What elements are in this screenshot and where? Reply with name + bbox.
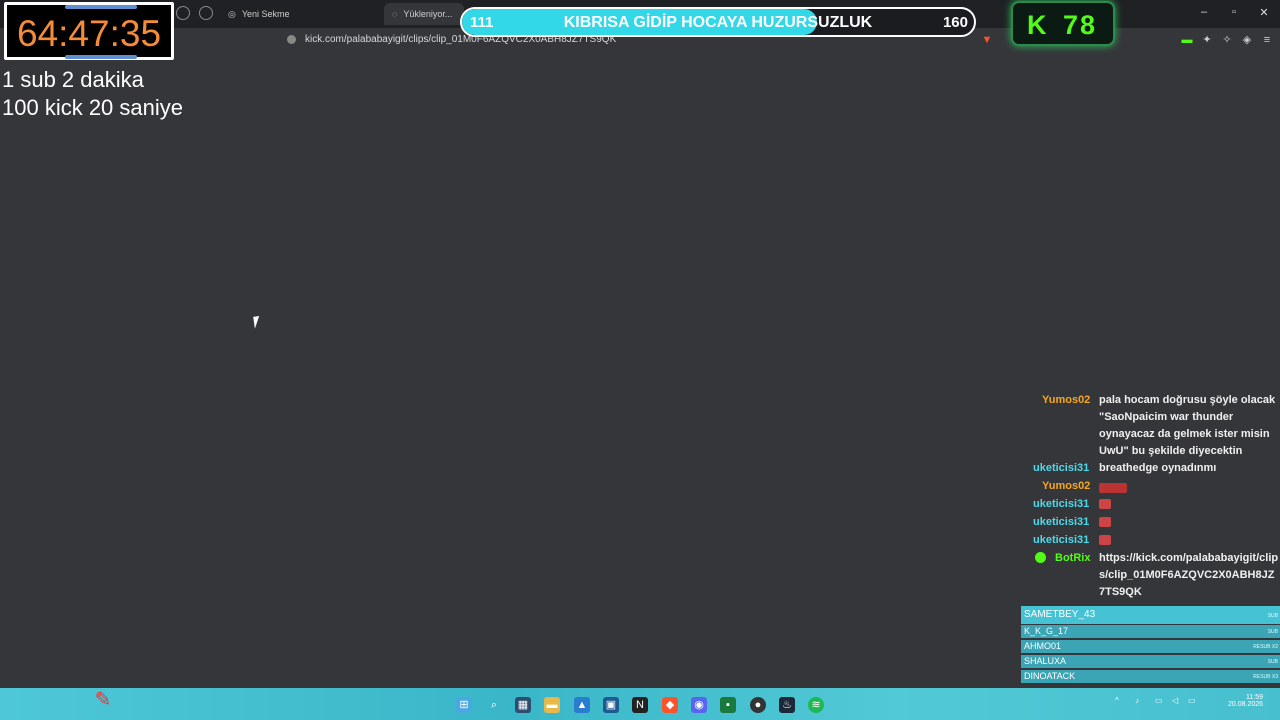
globe-icon: ◎ [228, 8, 236, 19]
sub-row: SAMETBEY_43 SUB [1021, 606, 1280, 624]
app-icon[interactable]: ▪ [720, 697, 736, 713]
emote-icon [1099, 517, 1111, 528]
tab-loading[interactable]: ◌ Yükleniyor... [384, 3, 464, 25]
sub-feed: SAMETBEY_43 SUB K_K_G_17 SUB AHMO01 RESU… [1021, 606, 1280, 684]
timer-decoration [65, 55, 137, 59]
chat-username: uketicisi31 [1033, 534, 1090, 546]
brave-shield-icon[interactable]: ▼ [980, 33, 994, 47]
sparkle-icon[interactable]: ✧ [1220, 33, 1234, 47]
clock[interactable]: 11:59 20.08.2026 [1228, 694, 1263, 708]
goal-title: KIBRISA GİDİP HOCAYA HUZURSUZLUK [563, 14, 873, 31]
minimize-icon[interactable]: – [1194, 6, 1214, 18]
chat-username: uketicisi31 [1033, 462, 1090, 474]
clock-date: 20.08.2026 [1228, 701, 1264, 708]
emote-icon [1099, 535, 1111, 546]
chat-username: Yumos02 [1042, 480, 1091, 492]
maximize-icon[interactable]: ▫ [1224, 6, 1244, 18]
chat-text: pala hocam doğrusu şöyle olacak "SaoNpai… [1099, 394, 1276, 457]
site-info-icon[interactable] [287, 35, 296, 44]
emote-icon [1099, 499, 1111, 510]
chat-text [1099, 514, 1280, 531]
sub-name: SHALUXA [1024, 656, 1067, 666]
rule-line: 1 sub 2 dakika [2, 67, 144, 92]
battery-icon[interactable]: ▭ [1188, 696, 1196, 705]
widgets-icon[interactable]: ▦ [515, 697, 531, 713]
tab-label: Yeni Sekme [241, 9, 290, 19]
chat-text: https://kick.com/palababayigit/clips/cli… [1099, 552, 1279, 598]
discord-icon[interactable]: ◉ [691, 697, 707, 713]
pen-logo-icon: ✎ [94, 689, 112, 711]
sub-tag: SUB [1267, 629, 1278, 635]
kick-counter: K 78 [1011, 1, 1115, 46]
subathon-rules: 1 sub 2 dakika 100 kick 20 saniye [2, 66, 183, 122]
subathon-timer: 64:47:35 [4, 2, 174, 60]
sub-tag: SUB [1267, 659, 1278, 665]
sub-tag: RESUB X3 [1253, 674, 1278, 680]
sub-row: K_K_G_17 SUB [1021, 625, 1280, 638]
vpn-shield-icon[interactable]: ◈ [1240, 33, 1254, 47]
search-icon[interactable]: ⌕ [486, 697, 502, 713]
puzzle-icon[interactable]: ✦ [1200, 33, 1214, 47]
chat-overlay: Yumos02 pala hocam doğrusu şöyle olacak … [1030, 392, 1280, 602]
store-icon[interactable]: ▲ [574, 697, 590, 713]
close-icon[interactable]: ✕ [1254, 6, 1274, 19]
emote-icon [1099, 483, 1127, 494]
extension-icon[interactable]: ▬ [1180, 33, 1194, 47]
timer-decoration [65, 5, 137, 9]
mic-icon[interactable]: ♪ [1135, 696, 1139, 705]
sub-tag: RESUB X2 [1253, 644, 1278, 650]
network-icon[interactable]: ▭ [1155, 696, 1163, 705]
menu-icon[interactable]: ≡ [1260, 33, 1274, 47]
sub-name: K_K_G_17 [1024, 626, 1069, 636]
verified-bot-icon [1035, 552, 1046, 563]
notion-icon[interactable]: N [632, 697, 648, 713]
sub-name: SAMETBEY_43 [1024, 609, 1096, 620]
sub-row: DINOATACK RESUB X3 [1021, 670, 1280, 683]
clock-time: 11:59 [1246, 694, 1264, 701]
volume-icon[interactable]: ◁ [1172, 696, 1178, 705]
spotify-icon[interactable]: ≋ [808, 697, 824, 713]
sub-name: AHMO01 [1024, 641, 1062, 651]
mouse-cursor [253, 315, 267, 329]
chat-username: BotRix [1055, 552, 1091, 564]
chat-text [1099, 496, 1280, 513]
sub-name: DINOATACK [1024, 671, 1076, 681]
chat-text [1099, 532, 1280, 549]
sub-row: AHMO01 RESUB X2 [1021, 640, 1280, 653]
goal-bar: 111 KIBRISA GİDİP HOCAYA HUZURSUZLUK 160 [460, 7, 976, 37]
chat-text [1099, 480, 1280, 497]
timer-value: 64:47:35 [17, 13, 162, 54]
tab-new-tab[interactable]: ◎ Yeni Sekme [220, 3, 370, 25]
sub-row: SHALUXA SUB [1021, 655, 1280, 668]
obs-icon[interactable]: ● [750, 697, 766, 713]
tab-label: Yükleniyor... [403, 9, 453, 19]
chat-username: uketicisi31 [1033, 498, 1090, 510]
steam-icon[interactable]: ♨ [779, 697, 795, 713]
chat-text: breathedge oynadınmı [1099, 462, 1217, 474]
tab-audio-icon[interactable] [176, 6, 190, 20]
brave-icon[interactable]: ◆ [662, 697, 678, 713]
chat-username: uketicisi31 [1033, 516, 1090, 528]
snipping-icon[interactable]: ▣ [603, 697, 619, 713]
loading-spinner-icon: ◌ [392, 9, 398, 19]
chat-username: Yumos02 [1042, 394, 1091, 406]
kick-count: 78 [1063, 10, 1098, 40]
folder-icon[interactable]: ▬ [544, 697, 560, 713]
tray-overflow-icon[interactable]: ^ [1115, 696, 1119, 705]
start-icon[interactable]: ⊞ [456, 697, 472, 713]
goal-target: 160 [942, 14, 968, 31]
sub-tag: SUB [1267, 613, 1278, 619]
rule-line: 100 kick 20 saniye [2, 95, 183, 120]
tab-audio-icon-2[interactable] [199, 6, 213, 20]
kick-logo-icon: K [1027, 10, 1047, 40]
